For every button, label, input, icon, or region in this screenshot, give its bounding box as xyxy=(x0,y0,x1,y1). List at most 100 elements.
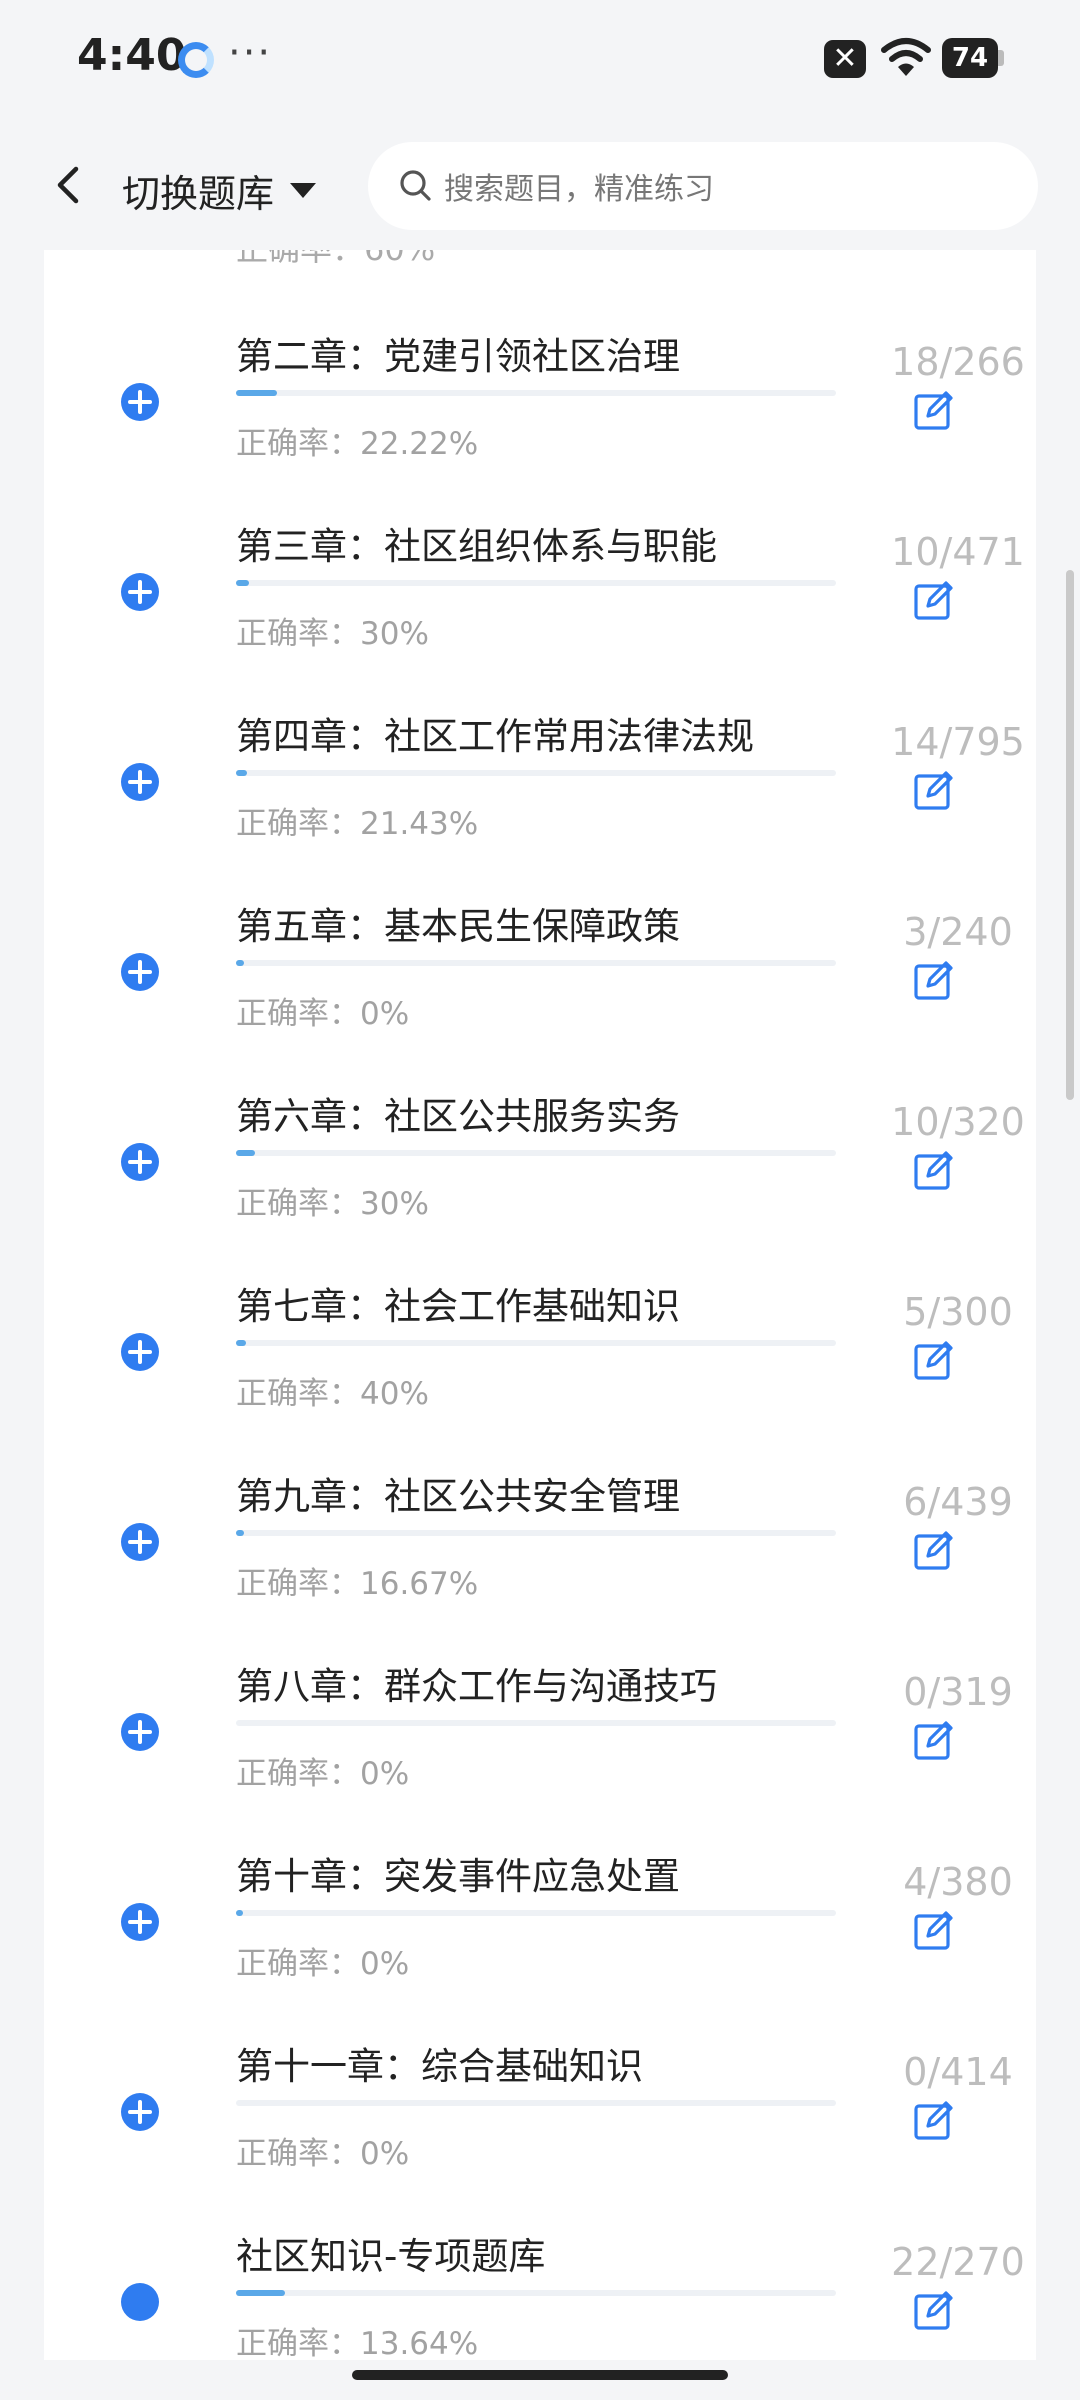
wifi-icon xyxy=(881,38,931,76)
switch-bank-label: 切换题库 xyxy=(122,171,275,216)
accuracy-text: 正确率：0% xyxy=(236,2136,410,2172)
edit-icon[interactable] xyxy=(912,1908,956,1952)
plus-circle-icon[interactable] xyxy=(120,1712,160,1752)
chapter-row[interactable]: 第九章：社区公共安全管理 正确率：16.67% 6/439 xyxy=(44,1466,1036,1656)
plus-circle-icon[interactable] xyxy=(120,382,160,422)
accuracy-text: 正确率：0% xyxy=(236,996,410,1032)
plus-circle-icon[interactable] xyxy=(120,1142,160,1182)
chapter-title: 第十一章：综合基础知识 xyxy=(236,2045,643,2088)
chapter-title: 第三章：社区组织体系与职能 xyxy=(236,525,717,568)
more-dots-icon: ··· xyxy=(228,30,273,76)
status-bar: 4:40 ··· ✕ 74 xyxy=(0,0,1080,120)
progress-bar xyxy=(236,1340,836,1346)
chapter-row[interactable]: 第八章：群众工作与沟通技巧 正确率：0% 0/319 xyxy=(44,1656,1036,1846)
back-button[interactable] xyxy=(40,155,100,215)
chevron-left-icon xyxy=(57,166,79,204)
edit-icon[interactable] xyxy=(912,578,956,622)
edit-icon[interactable] xyxy=(912,768,956,812)
chapter-title: 第四章：社区工作常用法律法规 xyxy=(236,715,754,758)
browser-app-icon xyxy=(178,42,214,78)
progress-bar xyxy=(236,960,836,966)
chapter-title: 第五章：基本民生保障政策 xyxy=(236,905,680,948)
progress-bar xyxy=(236,1720,836,1726)
home-indicator[interactable] xyxy=(352,2370,728,2380)
question-count: 0/414 xyxy=(903,2050,1013,2094)
accuracy-text: 正确率：30% xyxy=(236,1186,429,1222)
caret-down-icon xyxy=(290,182,317,198)
question-count: 6/439 xyxy=(903,1480,1013,1524)
accuracy-text: 正确率：16.67% xyxy=(236,1566,479,1602)
progress-fill xyxy=(236,1910,244,1916)
plus-circle-icon[interactable] xyxy=(120,1332,160,1372)
chapter-title: 社区知识-专项题库 xyxy=(236,2235,546,2278)
accuracy-text: 正确率：21.43% xyxy=(236,806,479,842)
chapter-row[interactable]: 社区知识-专项题库 正确率：13.64% 22/270 xyxy=(44,2226,1036,2360)
header-bar: 切换题库 搜索题目，精准练习 xyxy=(0,120,1080,250)
progress-fill xyxy=(236,770,247,776)
question-count: 3/240 xyxy=(903,910,1013,954)
chapter-row[interactable]: 第三章：社区组织体系与职能 正确率：30% 10/471 xyxy=(44,516,1036,706)
accuracy-text: 正确率：0% xyxy=(236,1946,410,1982)
dot-icon[interactable] xyxy=(120,2282,160,2322)
plus-circle-icon[interactable] xyxy=(120,1522,160,1562)
plus-circle-icon[interactable] xyxy=(120,762,160,802)
plus-circle-icon[interactable] xyxy=(120,572,160,612)
chapter-title: 第七章：社会工作基础知识 xyxy=(236,1285,680,1328)
search-icon xyxy=(400,170,431,201)
progress-bar xyxy=(236,1530,836,1536)
plus-circle-icon[interactable] xyxy=(120,1902,160,1942)
accuracy-text: 正确率：0% xyxy=(236,1756,410,1792)
chapter-title: 第二章：党建引领社区治理 xyxy=(236,335,680,378)
edit-icon[interactable] xyxy=(912,2288,956,2332)
progress-fill xyxy=(236,580,249,586)
progress-bar xyxy=(236,2100,836,2106)
chapter-row[interactable]: 第六章：社区公共服务实务 正确率：30% 10/320 xyxy=(44,1086,1036,1276)
chapter-row[interactable]: 第五章：基本民生保障政策 正确率：0% 3/240 xyxy=(44,896,1036,1086)
edit-icon[interactable] xyxy=(912,958,956,1002)
plus-circle-icon[interactable] xyxy=(120,952,160,992)
progress-bar xyxy=(236,770,836,776)
accuracy-text: 正确率：40% xyxy=(236,1376,429,1412)
question-count: 4/380 xyxy=(903,1860,1013,1904)
progress-bar xyxy=(236,2290,836,2296)
chapter-row[interactable]: 第二章：党建引领社区治理 正确率：22.22% 18/266 xyxy=(44,326,1036,516)
plus-circle-icon[interactable] xyxy=(120,2092,160,2132)
question-count: 22/270 xyxy=(891,2240,1025,2284)
notification-x-icon: ✕ xyxy=(824,40,866,78)
question-count: 14/795 xyxy=(891,720,1025,764)
progress-fill xyxy=(236,390,277,396)
progress-bar xyxy=(236,1150,836,1156)
search-input[interactable]: 搜索题目，精准练习 xyxy=(368,142,1038,230)
chapter-row[interactable]: 第十章：突发事件应急处置 正确率：0% 4/380 xyxy=(44,1846,1036,2036)
accuracy-text: 正确率：30% xyxy=(236,616,429,652)
chapter-title: 第六章：社区公共服务实务 xyxy=(236,1095,680,1138)
edit-icon[interactable] xyxy=(912,388,956,432)
chapter-row[interactable]: 第四章：社区工作常用法律法规 正确率：21.43% 14/795 xyxy=(44,706,1036,896)
progress-fill xyxy=(236,1530,245,1536)
edit-icon[interactable] xyxy=(912,1528,956,1572)
battery-icon: 74 xyxy=(942,38,998,78)
chapter-list: 正确率：60% 第二章：党建引领社区治理 正确率：22.22% 18/266 第… xyxy=(44,180,1036,2360)
progress-fill xyxy=(236,1340,247,1346)
chapter-row[interactable]: 第七章：社会工作基础知识 正确率：40% 5/300 xyxy=(44,1276,1036,1466)
progress-fill xyxy=(236,2290,285,2296)
switch-bank-dropdown[interactable]: 切换题库 xyxy=(122,160,317,220)
question-count: 10/320 xyxy=(891,1100,1025,1144)
edit-icon[interactable] xyxy=(912,1338,956,1382)
battery-tip xyxy=(998,50,1004,66)
edit-icon[interactable] xyxy=(912,1148,956,1192)
question-count: 5/300 xyxy=(903,1290,1013,1334)
accuracy-text: 正确率：22.22% xyxy=(236,426,479,462)
edit-icon[interactable] xyxy=(912,2098,956,2142)
chapter-title: 第九章：社区公共安全管理 xyxy=(236,1475,680,1518)
progress-bar xyxy=(236,1910,836,1916)
question-count: 18/266 xyxy=(891,340,1025,384)
question-count: 0/319 xyxy=(903,1670,1013,1714)
scrollbar[interactable] xyxy=(1066,570,1074,1100)
status-time: 4:40 xyxy=(77,30,187,81)
edit-icon[interactable] xyxy=(912,1718,956,1762)
chapter-title: 第八章：群众工作与沟通技巧 xyxy=(236,1665,717,1708)
progress-fill xyxy=(236,1150,255,1156)
chapter-row[interactable]: 第十一章：综合基础知识 正确率：0% 0/414 xyxy=(44,2036,1036,2226)
progress-fill xyxy=(236,960,244,966)
